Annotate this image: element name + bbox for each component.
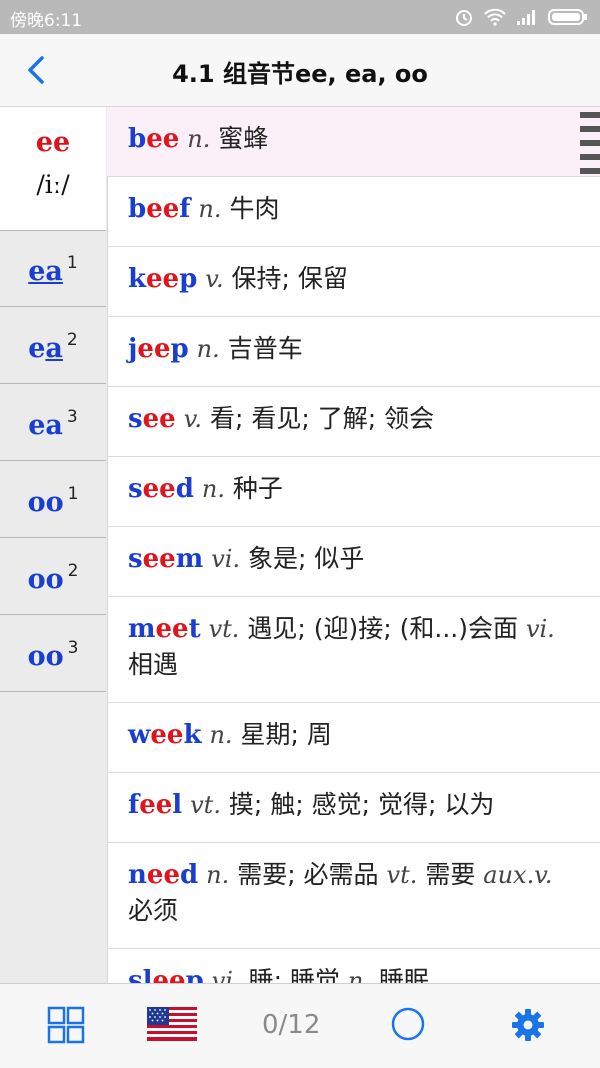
app-header: 4.1 组音节ee, ea, oo: [0, 34, 600, 107]
meaning: 蜜蜂: [218, 124, 269, 153]
meaning: 保持; 保留: [231, 264, 348, 293]
part-of-speech: n.: [201, 475, 225, 503]
battery-icon: [548, 9, 587, 25]
word: seed: [128, 474, 194, 504]
list-item[interactable]: feel vt. 摸; 触; 感觉; 觉得; 以为: [107, 773, 600, 843]
word: need: [128, 860, 199, 890]
bottom-toolbar: 0/12: [0, 983, 600, 1068]
meaning: 摸; 触; 感觉; 觉得; 以为: [228, 790, 495, 819]
list-item[interactable]: seed n. 种子: [107, 457, 600, 527]
meaning: 看; 看见; 了解; 领会: [209, 404, 435, 433]
tab-superscript: 2: [66, 330, 78, 350]
status-icons: [454, 5, 588, 29]
meaning: 睡; 睡觉: [248, 966, 340, 983]
tab-ea-2[interactable]: ea 2: [0, 308, 106, 384]
status-time: 傍晚6:11: [10, 11, 83, 31]
circle-icon[interactable]: [390, 1006, 426, 1042]
part-of-speech: vt.: [190, 791, 221, 819]
tab-superscript: 2: [67, 561, 79, 581]
meaning: 需要; 必需品: [237, 860, 379, 889]
part-of-speech: n.: [196, 335, 220, 363]
part-of-speech: n.: [187, 125, 211, 153]
tab-ea-1[interactable]: ea 1: [0, 231, 106, 307]
part-of-speech: vt.: [386, 861, 418, 889]
tab-superscript: 1: [67, 484, 79, 504]
part-of-speech: vi.: [525, 615, 555, 643]
tab-label: oo: [27, 641, 64, 672]
list-item[interactable]: bee n. 蜜蜂: [107, 107, 600, 177]
grid-icon[interactable]: [47, 1006, 85, 1044]
tab-label: ee: [35, 127, 71, 158]
gear-icon[interactable]: [511, 1008, 545, 1042]
tab-superscript: 1: [66, 253, 78, 273]
tab-label-underlined: ea: [28, 256, 63, 287]
part-of-speech: n.: [206, 861, 230, 889]
part-of-speech: vi.: [211, 967, 241, 983]
word-list[interactable]: bee n. 蜜蜂 beef n. 牛肉 keep v. 保持; 保留 jeep…: [107, 107, 600, 983]
part-of-speech: v.: [205, 265, 224, 293]
part-of-speech: n.: [209, 721, 233, 749]
tab-label: e: [28, 333, 46, 364]
progress-counter: 0/12: [262, 1010, 321, 1040]
meaning: 象是; 似乎: [248, 544, 365, 573]
meaning: 牛肉: [229, 194, 280, 223]
word: see: [128, 404, 176, 434]
us-flag-icon[interactable]: [147, 1007, 197, 1041]
word: meet: [128, 614, 201, 644]
tab-oo-3[interactable]: oo 3: [0, 616, 106, 692]
tab-ee[interactable]: ee /iː/: [0, 107, 106, 231]
wifi-icon: [484, 8, 506, 26]
sound-tabs: ee /iː/ ea 1 ea 2 ea 3 oo 1 oo 2 oo 3: [0, 107, 108, 983]
tab-label: ea: [28, 410, 63, 441]
word: sleep: [128, 966, 204, 983]
list-item[interactable]: jeep n. 吉普车: [107, 317, 600, 387]
part-of-speech: v.: [183, 405, 203, 433]
tab-label-underlined: a: [45, 333, 63, 364]
part-of-speech: vt.: [208, 615, 240, 643]
list-item[interactable]: see v. 看; 看见; 了解; 领会: [107, 387, 600, 457]
list-item[interactable]: seem vi. 象是; 似乎: [107, 527, 600, 597]
meaning: 吉普车: [227, 334, 303, 363]
meaning: 相遇: [128, 650, 179, 679]
scroll-index-handle[interactable]: [580, 112, 600, 174]
tab-ea-3[interactable]: ea 3: [0, 385, 106, 461]
part-of-speech: vi.: [211, 545, 241, 573]
tab-oo-1[interactable]: oo 1: [0, 462, 106, 538]
part-of-speech: n.: [198, 195, 222, 223]
meaning: 遇见; (迎)接; (和...)会面: [247, 614, 518, 643]
meaning: 需要: [425, 860, 476, 889]
signal-icon: [517, 10, 535, 25]
meaning: 种子: [232, 474, 283, 503]
tab-superscript: 3: [67, 638, 79, 658]
status-bar: 傍晚6:11: [0, 0, 600, 34]
tab-ipa: /iː/: [36, 170, 70, 199]
meaning: 睡眠: [378, 966, 429, 983]
part-of-speech: n.: [347, 967, 371, 983]
meaning: 星期; 周: [240, 720, 332, 749]
list-item[interactable]: meet vt. 遇见; (迎)接; (和...)会面 vi. 相遇: [107, 597, 600, 703]
list-item[interactable]: keep v. 保持; 保留: [107, 247, 600, 317]
tab-label: oo: [27, 564, 64, 595]
page-title: 4.1 组音节ee, ea, oo: [172, 60, 428, 88]
list-item[interactable]: sleep vi. 睡; 睡觉 n. 睡眠: [107, 949, 600, 983]
word: jeep: [128, 334, 189, 364]
list-item[interactable]: beef n. 牛肉: [107, 177, 600, 247]
word: seem: [128, 544, 204, 574]
word: keep: [128, 264, 198, 294]
word: beef: [128, 194, 191, 224]
list-item[interactable]: week n. 星期; 周: [107, 703, 600, 773]
word: bee: [128, 124, 180, 154]
tab-label: oo: [27, 487, 64, 518]
word: week: [128, 720, 202, 750]
tab-oo-2[interactable]: oo 2: [0, 539, 106, 615]
tab-superscript: 3: [66, 407, 78, 427]
alarm-icon: [456, 10, 472, 26]
meaning: 必须: [128, 896, 179, 925]
word: feel: [128, 790, 183, 820]
part-of-speech: aux.v.: [483, 861, 553, 889]
list-item[interactable]: need n. 需要; 必需品 vt. 需要 aux.v. 必须: [107, 843, 600, 949]
